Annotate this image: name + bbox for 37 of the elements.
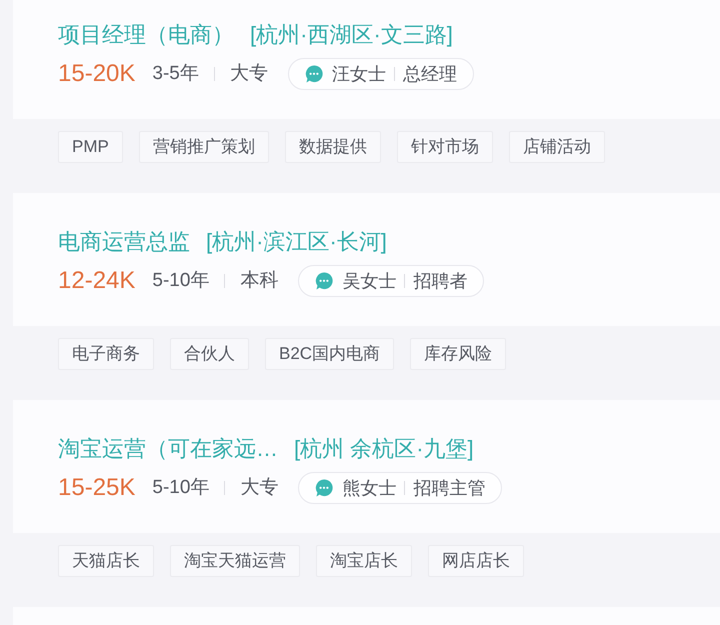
job-title[interactable]: 电商运营总监	[58, 228, 190, 256]
experience-requirement: 5-10年	[152, 476, 210, 500]
recruiter-name: 吴女士	[342, 270, 396, 293]
job-title[interactable]: 项目经理（电商）	[58, 21, 234, 49]
recruiter-name: 汪女士	[332, 63, 386, 86]
skill-tag: 淘宝天猫运营	[170, 545, 300, 577]
job-title[interactable]: 淘宝运营（可在家远…	[58, 435, 278, 463]
skill-tag: 数据提供	[284, 131, 381, 163]
recruiter-name: 熊女士	[342, 477, 396, 500]
recruiter-role: 招聘主管	[413, 477, 486, 500]
skill-tag: 天猫店长	[58, 545, 154, 577]
skill-tag: PMP	[58, 131, 123, 163]
skill-tag: 电子商务	[58, 338, 154, 370]
recruiter-role: 总经理	[402, 63, 457, 86]
recruiter-role: 招聘者	[413, 270, 468, 293]
experience-requirement: 3-5年	[152, 62, 199, 86]
skill-tag: 淘宝店长	[316, 545, 412, 577]
job-location: [杭州·西湖区·文三路]	[250, 21, 453, 49]
skill-tag: 网店店长	[428, 545, 524, 577]
education-requirement: 本科	[240, 269, 278, 293]
job-location: [杭州 余杭区·九堡]	[294, 435, 474, 463]
salary-range: 15-25K	[58, 473, 136, 503]
chat-bubble-icon	[304, 65, 323, 83]
salary-range: 12-24K	[58, 266, 136, 296]
education-requirement: 大专	[230, 62, 268, 86]
skill-tag: 合伙人	[170, 338, 249, 370]
skill-tag: 库存风险	[410, 338, 506, 370]
skill-tag: 针对市场	[396, 131, 493, 163]
salary-range: 15-20K	[58, 59, 136, 89]
skill-tag: 店铺活动	[508, 131, 605, 163]
chat-bubble-icon	[315, 272, 334, 290]
skill-tag: 营销推广策划	[138, 131, 269, 163]
experience-requirement: 5-10年	[152, 269, 210, 293]
skill-tag: B2C国内电商	[265, 338, 394, 370]
education-requirement: 大专	[240, 476, 278, 500]
chat-bubble-icon	[315, 479, 334, 497]
job-location: [杭州·滨江区·长河]	[206, 228, 387, 256]
